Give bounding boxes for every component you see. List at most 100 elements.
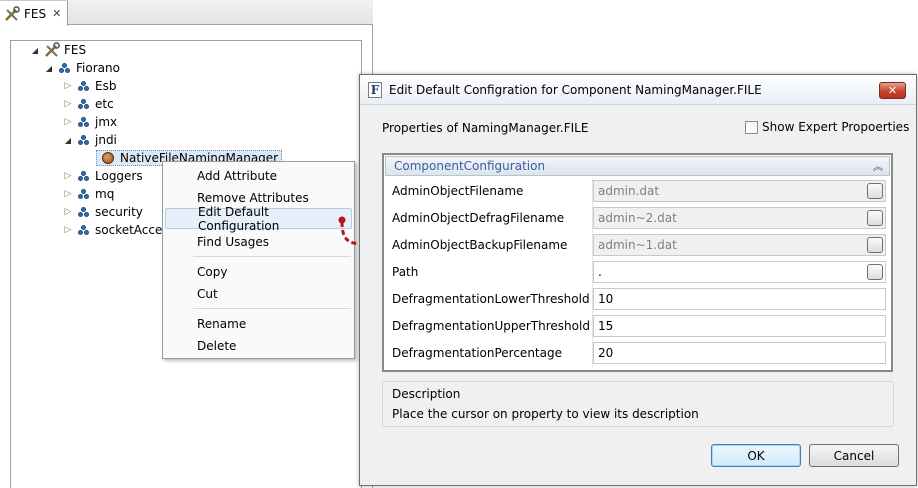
node-cluster-icon <box>77 133 91 147</box>
menu-item-cut[interactable]: Cut <box>165 283 352 304</box>
property-row: DefragmentationPercentage 20 <box>384 340 891 367</box>
show-expert-toggle[interactable]: Show Expert Propoerties <box>745 120 909 134</box>
collapsed-arrow-icon[interactable]: ▷ <box>63 99 73 109</box>
browse-button[interactable] <box>867 210 883 226</box>
dialog-title-bar[interactable]: F Edit Default Configration for Componen… <box>360 75 916 105</box>
property-name: DefragmentationLowerThreshold <box>392 292 590 306</box>
tree-node-label: security <box>95 205 143 219</box>
tree-node-label: FES <box>64 43 87 57</box>
menu-separator <box>193 256 351 257</box>
collapsed-arrow-icon[interactable]: ▷ <box>63 117 73 127</box>
view-tab-label: FES <box>24 6 47 21</box>
tree-node-jmx[interactable]: ▷ jmx <box>63 113 118 131</box>
tools-icon <box>45 42 60 57</box>
tree-node-label: mq <box>95 187 115 201</box>
property-group-title: ComponentConfiguration <box>394 159 546 173</box>
collapsed-arrow-icon[interactable]: ▷ <box>63 81 73 91</box>
property-value-field[interactable]: 15 <box>593 315 886 337</box>
menu-item-edit-default-configuration[interactable]: Edit Default Configuration <box>165 205 352 233</box>
property-value: 20 <box>598 346 614 360</box>
fiorano-app-icon: F <box>368 81 382 98</box>
tree-node-loggers[interactable]: ▷ Loggers <box>63 167 143 185</box>
property-value-field[interactable]: . <box>593 261 886 283</box>
property-name: DefragmentationUpperThreshold <box>392 319 590 333</box>
context-menu: Add Attribute Remove Attributes Edit Def… <box>162 161 355 359</box>
property-row: DefragmentationLowerThreshold 10 <box>384 286 891 313</box>
close-button[interactable]: ✕ <box>879 82 906 99</box>
property-value: 10 <box>598 292 614 306</box>
close-icon[interactable]: ✕ <box>52 7 61 20</box>
properties-of-label: Properties of NamingManager.FILE <box>382 121 589 135</box>
tree-node-label: socketAcce <box>95 223 163 237</box>
node-cluster-icon <box>77 79 91 93</box>
show-expert-checkbox[interactable] <box>745 120 758 134</box>
collapsed-arrow-icon[interactable]: ▷ <box>63 189 73 199</box>
property-row: AdminObjectDefragFilename admin~2.dat <box>384 205 891 232</box>
node-cluster-icon <box>77 223 91 237</box>
expanded-arrow-icon[interactable]: ◢ <box>63 136 73 145</box>
property-value-field[interactable]: admin~1.dat <box>593 234 886 256</box>
menu-item-copy[interactable]: Copy <box>165 261 352 282</box>
property-row: AdminObjectBackupFilename admin~1.dat <box>384 232 891 259</box>
browse-button[interactable] <box>867 237 883 253</box>
tree-node-esb[interactable]: ▷ Esb <box>63 77 117 95</box>
property-name: AdminObjectBackupFilename <box>392 238 568 252</box>
ok-button[interactable]: OK <box>711 444 801 467</box>
show-expert-label: Show Expert Propoerties <box>762 120 910 134</box>
tree-node-security[interactable]: ▷ security <box>63 203 143 221</box>
description-title: Description <box>392 387 461 401</box>
description-text: Place the cursor on property to view its… <box>392 407 699 421</box>
property-name: AdminObjectFilename <box>392 184 524 198</box>
tree-node-label: Esb <box>95 79 117 93</box>
property-row: Path . <box>384 259 891 286</box>
property-row: DefragmentationUpperThreshold 15 <box>384 313 891 340</box>
browse-button[interactable] <box>867 183 883 199</box>
node-cluster-icon <box>77 115 91 129</box>
property-value-field[interactable]: 10 <box>593 288 886 310</box>
tree-node-fes[interactable]: ◢ FES <box>30 41 86 59</box>
property-group-header[interactable]: ComponentConfiguration ︽ <box>385 156 890 176</box>
property-sheet: ComponentConfiguration ︽ AdminObjectFile… <box>382 153 893 372</box>
menu-item-find-usages[interactable]: Find Usages <box>165 231 352 252</box>
tree-node-label: Loggers <box>95 169 143 183</box>
collapsed-arrow-icon[interactable]: ▷ <box>63 207 73 217</box>
cancel-button[interactable]: Cancel <box>809 444 899 467</box>
node-cluster-icon <box>77 187 91 201</box>
property-value: . <box>598 265 602 279</box>
description-panel: Description Place the cursor on property… <box>382 381 894 427</box>
menu-separator <box>193 308 351 309</box>
property-name: AdminObjectDefragFilename <box>392 211 565 225</box>
fes-view-tab[interactable]: FES ✕ <box>0 0 68 26</box>
browse-button[interactable] <box>867 264 883 280</box>
node-cluster-icon <box>77 97 91 111</box>
property-value-field[interactable]: admin.dat <box>593 180 886 202</box>
collapse-icon[interactable]: ︽ <box>873 158 883 173</box>
menu-item-delete[interactable]: Delete <box>165 335 352 356</box>
tree-node-mq[interactable]: ▷ mq <box>63 185 115 203</box>
expanded-arrow-icon[interactable]: ◢ <box>30 46 40 55</box>
tree-node-etc[interactable]: ▷ etc <box>63 95 114 113</box>
tree-node-label: etc <box>95 97 114 111</box>
property-value-field[interactable]: admin~2.dat <box>593 207 886 229</box>
property-value: admin~1.dat <box>598 238 677 252</box>
collapsed-arrow-icon[interactable]: ▷ <box>63 171 73 181</box>
tools-icon <box>5 5 20 21</box>
tree-node-jndi[interactable]: ◢ jndi <box>63 131 117 149</box>
component-leaf-icon <box>102 152 114 164</box>
tree-node-label: jndi <box>95 133 117 147</box>
property-value: admin.dat <box>598 184 660 198</box>
dialog-title: Edit Default Configration for Component … <box>389 82 762 97</box>
edit-config-dialog: F Edit Default Configration for Componen… <box>359 74 917 486</box>
property-value: 15 <box>598 319 614 333</box>
menu-item-add-attribute[interactable]: Add Attribute <box>165 165 352 186</box>
expanded-arrow-icon[interactable]: ◢ <box>44 64 54 73</box>
property-value: admin~2.dat <box>598 211 677 225</box>
menu-item-rename[interactable]: Rename <box>165 313 352 334</box>
node-cluster-icon <box>77 169 91 183</box>
collapsed-arrow-icon[interactable]: ▷ <box>63 225 73 235</box>
view-tab-bar: FES ✕ <box>0 0 373 26</box>
property-value-field[interactable]: 20 <box>593 342 886 364</box>
node-cluster-icon <box>77 205 91 219</box>
tree-node-fiorano[interactable]: ◢ Fiorano <box>44 59 120 77</box>
tree-node-socketacceptor[interactable]: ▷ socketAcce <box>63 221 163 239</box>
